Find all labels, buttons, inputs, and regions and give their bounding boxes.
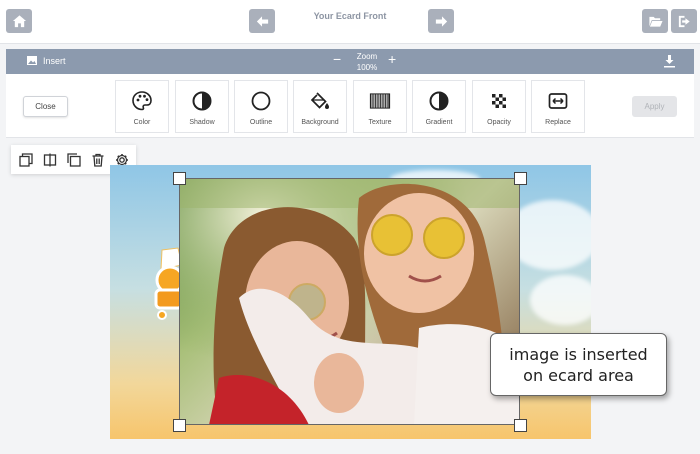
prev-page-button[interactable] <box>249 9 275 33</box>
tool-gradient[interactable]: Gradient <box>412 80 466 133</box>
gradient-icon <box>429 91 449 111</box>
replace-icon <box>548 93 568 109</box>
tool-color[interactable]: Color <box>115 80 169 133</box>
zoom-in-button[interactable]: + <box>388 52 396 66</box>
tool-label: Texture <box>368 119 392 126</box>
trash-icon[interactable] <box>91 153 105 167</box>
tool-shadow[interactable]: Shadow <box>175 80 229 133</box>
checkerboard-icon <box>492 94 506 108</box>
top-bar: Your Ecard Front <box>0 0 700 44</box>
tool-replace[interactable]: Replace <box>531 80 585 133</box>
circle-outline-icon <box>251 91 271 111</box>
cloud <box>530 275 591 325</box>
close-button[interactable]: Close <box>23 96 68 117</box>
tool-texture[interactable]: Texture <box>353 80 407 133</box>
tool-label: Replace <box>545 119 571 126</box>
texture-icon <box>369 93 391 109</box>
resize-handle-bottom-left[interactable] <box>173 419 186 432</box>
resize-handle-bottom-right[interactable] <box>514 419 527 432</box>
tool-label: Gradient <box>425 119 453 126</box>
palette-icon <box>132 91 152 111</box>
insert-button[interactable]: Insert <box>26 55 66 66</box>
layer-icon[interactable] <box>67 152 81 167</box>
tool-opacity[interactable]: Opacity <box>472 80 526 133</box>
page-title: Your Ecard Front <box>313 11 387 21</box>
tool-outline[interactable]: Outline <box>234 80 288 133</box>
paint-bucket-icon <box>310 92 329 109</box>
selection-border <box>179 178 520 425</box>
tool-label: Background <box>301 119 339 126</box>
image-edit-panel: Close Color Shadow Outline Background Te… <box>6 74 694 138</box>
open-button[interactable] <box>642 9 668 33</box>
zoom-out-button[interactable]: − <box>333 52 341 66</box>
flip-icon[interactable] <box>43 153 57 167</box>
callout-line-1: image is inserted <box>509 344 648 364</box>
exit-button[interactable] <box>671 9 697 33</box>
apply-button[interactable]: Apply <box>632 96 677 117</box>
arrow-left-icon <box>256 15 268 27</box>
zoom-label: Zoom <box>356 52 378 61</box>
tool-label: Outline <box>249 119 273 126</box>
image-icon <box>27 56 37 65</box>
editor-toolbar: Insert − Zoom 100% + <box>6 49 694 74</box>
next-page-button[interactable] <box>428 9 454 33</box>
exit-icon <box>678 15 690 27</box>
resize-handle-top-left[interactable] <box>173 172 186 185</box>
tool-label: Shadow <box>189 119 215 126</box>
home-button[interactable] <box>6 9 32 33</box>
annotation-callout: image is inserted on ecard area <box>490 333 667 396</box>
tool-label: Color <box>133 119 151 126</box>
tool-label: Opacity <box>487 119 511 126</box>
tool-background[interactable]: Background <box>293 80 347 133</box>
zoom-value: 100% <box>356 63 378 72</box>
download-icon[interactable] <box>663 54 676 68</box>
arrow-right-icon <box>435 15 447 27</box>
callout-line-2: on ecard area <box>523 365 634 385</box>
half-circle-icon <box>192 91 212 111</box>
insert-label: Insert <box>43 55 66 66</box>
zoom-display: Zoom 100% <box>351 51 383 73</box>
duplicate-icon[interactable] <box>19 152 33 167</box>
resize-handle-top-right[interactable] <box>514 172 527 185</box>
home-icon <box>12 14 26 27</box>
folder-open-icon <box>648 16 663 27</box>
